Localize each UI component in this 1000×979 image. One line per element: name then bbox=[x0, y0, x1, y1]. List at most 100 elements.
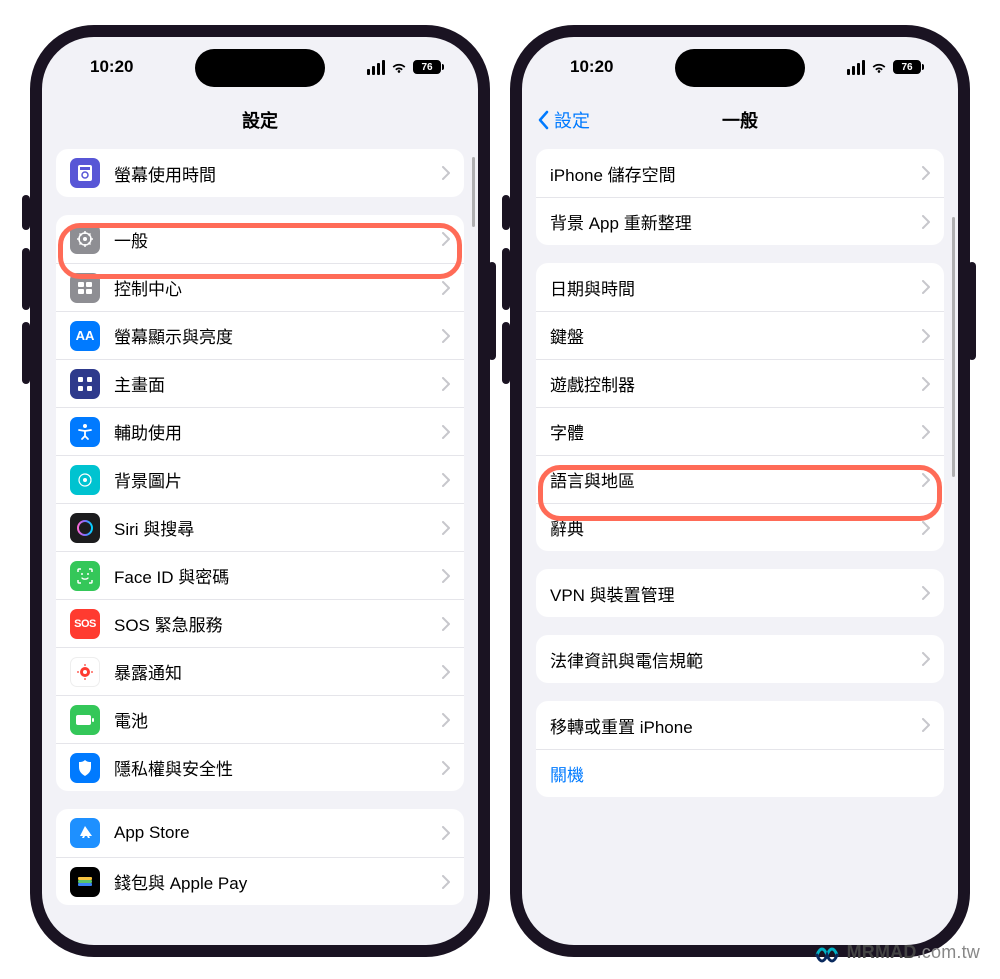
row-iphone-storage[interactable]: iPhone 儲存空間 bbox=[536, 149, 944, 197]
row-label: 一般 bbox=[114, 227, 442, 252]
mute-switch bbox=[502, 195, 510, 230]
wallet-icon bbox=[70, 867, 100, 897]
settings-group: 移轉或重置 iPhone關機 bbox=[536, 701, 944, 797]
battery-icon: 76 bbox=[893, 60, 924, 74]
wifi-icon bbox=[390, 60, 408, 74]
row-language-region[interactable]: 語言與地區 bbox=[536, 455, 944, 503]
appstore-icon bbox=[70, 818, 100, 848]
general-icon bbox=[70, 224, 100, 254]
chevron-right-icon bbox=[922, 521, 930, 535]
row-label: Siri 與搜尋 bbox=[114, 515, 442, 540]
chevron-right-icon bbox=[442, 826, 450, 840]
cellular-icon bbox=[847, 60, 865, 75]
row-label: 背景 App 重新整理 bbox=[550, 209, 922, 234]
row-privacy[interactable]: 隱私權與安全性 bbox=[56, 743, 464, 791]
control-icon bbox=[70, 273, 100, 303]
row-label: 鍵盤 bbox=[550, 323, 922, 348]
back-label: 設定 bbox=[554, 107, 590, 133]
row-app-store[interactable]: App Store bbox=[56, 809, 464, 857]
row-label: 背景圖片 bbox=[114, 467, 442, 492]
row-background-refresh[interactable]: 背景 App 重新整理 bbox=[536, 197, 944, 245]
row-home-screen[interactable]: 主畫面 bbox=[56, 359, 464, 407]
phone-right-general: 10:20 76 設定 一般 iPhone 儲存空間背景 App 重新整理日期與… bbox=[510, 25, 970, 957]
row-keyboard[interactable]: 鍵盤 bbox=[536, 311, 944, 359]
battery-icon: 76 bbox=[413, 60, 444, 74]
row-transfer-reset[interactable]: 移轉或重置 iPhone bbox=[536, 701, 944, 749]
nav-bar: 設定 一般 bbox=[522, 97, 958, 143]
row-label: 輔助使用 bbox=[114, 419, 442, 444]
settings-group: 法律資訊與電信規範 bbox=[536, 635, 944, 683]
chevron-right-icon bbox=[922, 473, 930, 487]
row-dictionary[interactable]: 辭典 bbox=[536, 503, 944, 551]
row-screen-time[interactable]: 螢幕使用時間 bbox=[56, 149, 464, 197]
row-faceid[interactable]: Face ID 與密碼 bbox=[56, 551, 464, 599]
chevron-right-icon bbox=[442, 761, 450, 775]
row-control-center[interactable]: 控制中心 bbox=[56, 263, 464, 311]
nav-bar: 設定 bbox=[42, 97, 478, 143]
row-label: 語言與地區 bbox=[550, 467, 922, 492]
row-exposure[interactable]: 暴露通知 bbox=[56, 647, 464, 695]
chevron-right-icon bbox=[442, 569, 450, 583]
row-label: 日期與時間 bbox=[550, 275, 922, 300]
chevron-right-icon bbox=[922, 652, 930, 666]
row-display[interactable]: AA螢幕顯示與亮度 bbox=[56, 311, 464, 359]
row-label: 法律資訊與電信規範 bbox=[550, 647, 922, 672]
watermark-suffix: .com.tw bbox=[917, 942, 980, 962]
chevron-right-icon bbox=[922, 718, 930, 732]
page-title: 一般 bbox=[722, 107, 758, 133]
home-icon bbox=[70, 369, 100, 399]
row-date-time[interactable]: 日期與時間 bbox=[536, 263, 944, 311]
row-shutdown[interactable]: 關機 bbox=[536, 749, 944, 797]
privacy-icon bbox=[70, 753, 100, 783]
volume-up bbox=[22, 248, 30, 310]
row-label: Face ID 與密碼 bbox=[114, 563, 442, 588]
row-accessibility[interactable]: 輔助使用 bbox=[56, 407, 464, 455]
settings-group: 一般控制中心AA螢幕顯示與亮度主畫面輔助使用背景圖片 Siri 與搜尋 Face I… bbox=[56, 215, 464, 791]
row-label: VPN 與裝置管理 bbox=[550, 581, 922, 606]
chevron-right-icon bbox=[442, 665, 450, 679]
chevron-right-icon bbox=[442, 617, 450, 631]
row-sos[interactable]: SOSSOS 緊急服務 bbox=[56, 599, 464, 647]
row-label: 電池 bbox=[114, 707, 442, 732]
volume-down bbox=[22, 322, 30, 384]
mute-switch bbox=[22, 195, 30, 230]
back-button[interactable]: 設定 bbox=[538, 107, 590, 133]
row-label: 螢幕使用時間 bbox=[114, 161, 442, 186]
settings-group: VPN 與裝置管理 bbox=[536, 569, 944, 617]
chevron-right-icon bbox=[922, 586, 930, 600]
volume-up bbox=[502, 248, 510, 310]
row-siri-search[interactable]: Siri 與搜尋 bbox=[56, 503, 464, 551]
chevron-right-icon bbox=[442, 521, 450, 535]
status-time: 10:20 bbox=[90, 57, 133, 77]
row-wallet[interactable]: 錢包與 Apple Pay bbox=[56, 857, 464, 905]
watermark: MRMAD.com.tw bbox=[815, 939, 980, 965]
scroll-indicator bbox=[472, 157, 475, 227]
dynamic-island bbox=[675, 49, 805, 87]
scroll-indicator bbox=[952, 217, 955, 477]
siri-icon bbox=[70, 513, 100, 543]
chevron-right-icon bbox=[922, 215, 930, 229]
chevron-right-icon bbox=[922, 377, 930, 391]
chevron-right-icon bbox=[442, 166, 450, 180]
row-game-controller[interactable]: 遊戲控制器 bbox=[536, 359, 944, 407]
row-legal[interactable]: 法律資訊與電信規範 bbox=[536, 635, 944, 683]
row-wallpaper[interactable]: 背景圖片 bbox=[56, 455, 464, 503]
sos-icon: SOS bbox=[70, 609, 100, 639]
settings-group: App Store錢包與 Apple Pay bbox=[56, 809, 464, 905]
chevron-right-icon bbox=[442, 875, 450, 889]
chevron-right-icon bbox=[922, 280, 930, 294]
wifi-icon bbox=[870, 60, 888, 74]
row-label: iPhone 儲存空間 bbox=[550, 161, 922, 186]
row-fonts[interactable]: 字體 bbox=[536, 407, 944, 455]
watermark-brand: MRMAD bbox=[847, 942, 917, 962]
row-label: 主畫面 bbox=[114, 371, 442, 396]
battery-icon bbox=[70, 705, 100, 735]
row-battery[interactable]: 電池 bbox=[56, 695, 464, 743]
row-label: 辭典 bbox=[550, 515, 922, 540]
row-general[interactable]: 一般 bbox=[56, 215, 464, 263]
chevron-right-icon bbox=[442, 281, 450, 295]
row-vpn-device[interactable]: VPN 與裝置管理 bbox=[536, 569, 944, 617]
dynamic-island bbox=[195, 49, 325, 87]
screentime-icon bbox=[70, 158, 100, 188]
chevron-right-icon bbox=[922, 166, 930, 180]
